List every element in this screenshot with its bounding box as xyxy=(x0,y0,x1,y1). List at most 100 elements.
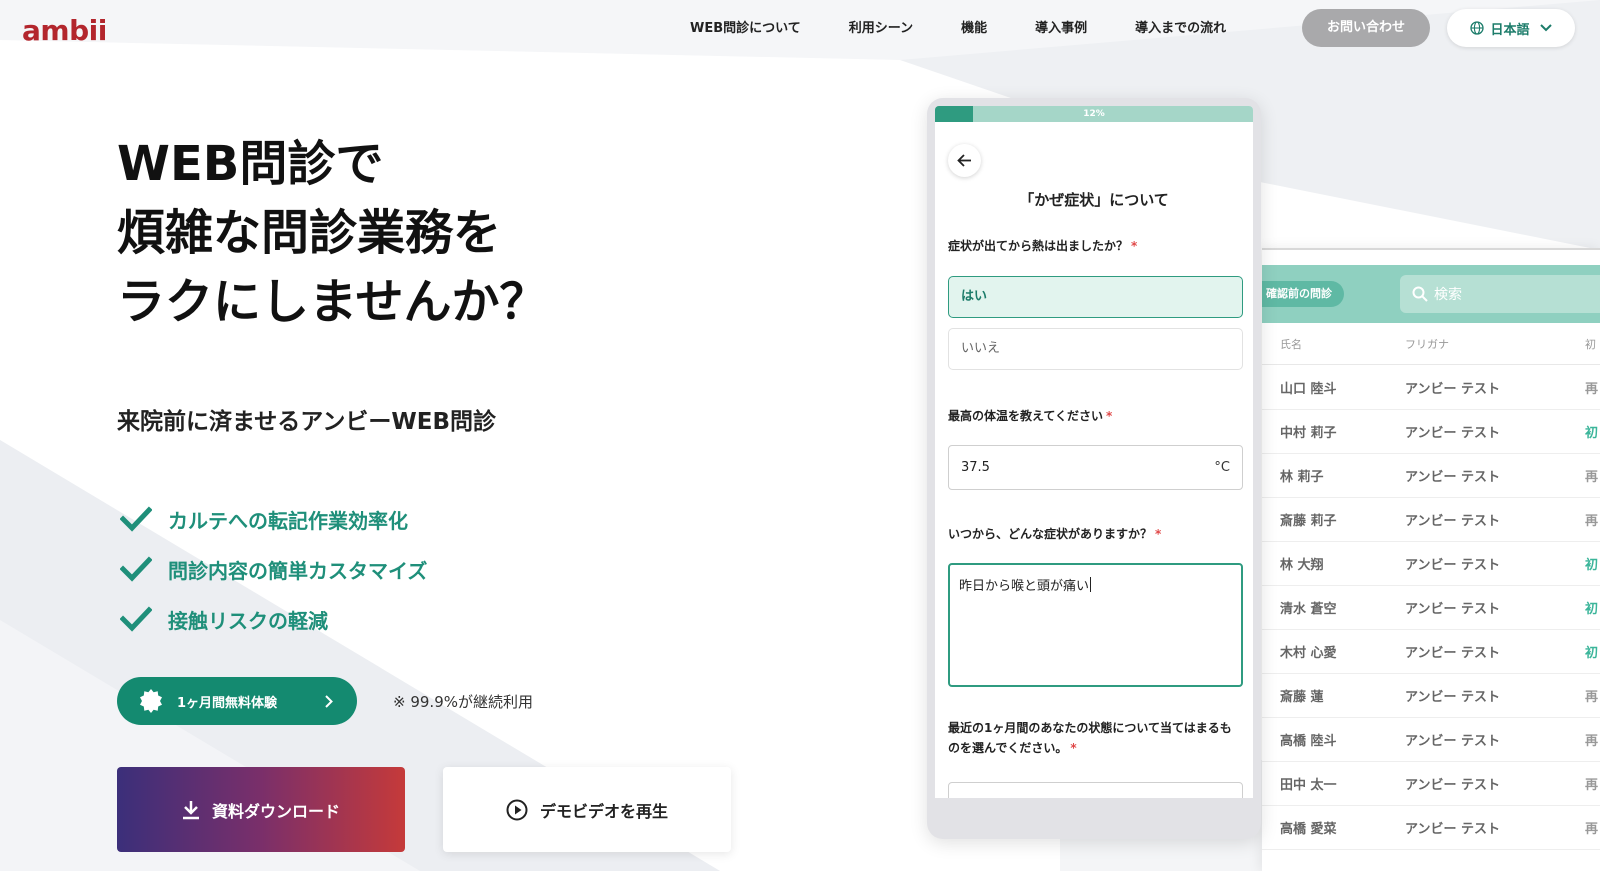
visit-status: 再 xyxy=(1585,690,1599,705)
visit-status: 再 xyxy=(1585,514,1599,529)
option-input[interactable] xyxy=(948,782,1243,798)
search-icon xyxy=(1412,286,1428,302)
question-label: いつから、どんな症状がありますか？ * xyxy=(948,524,1243,544)
table-row[interactable]: 林 莉子 アンビー テスト 再 xyxy=(1262,454,1600,498)
contact-button[interactable]: お問い合わせ xyxy=(1302,9,1430,47)
patient-kana: アンビー テスト xyxy=(1405,822,1501,837)
patient-kana: アンビー テスト xyxy=(1405,382,1501,397)
table-row[interactable]: 田中 太一 アンビー テスト 再 xyxy=(1262,762,1600,806)
search-placeholder: 検索 xyxy=(1434,287,1462,303)
patient-name: 中村 莉子 xyxy=(1280,426,1337,441)
patient-name: 高橋 陸斗 xyxy=(1280,734,1337,749)
table-row[interactable]: 斎藤 蓮 アンビー テスト 再 xyxy=(1262,674,1600,718)
form-title: 「かぜ症状」について xyxy=(1019,191,1169,209)
table-row[interactable]: 斎藤 莉子 アンビー テスト 再 xyxy=(1262,498,1600,542)
text-caret xyxy=(1090,577,1092,592)
visit-status: 初 xyxy=(1585,426,1599,441)
question-text: いつから、どんな症状がありますか？ xyxy=(948,527,1153,541)
table-row[interactable]: 木村 心愛 アンビー テスト 初 xyxy=(1262,630,1600,674)
option-no[interactable]: いいえ xyxy=(948,328,1243,370)
table-row[interactable]: 中村 莉子 アンビー テスト 初 xyxy=(1262,410,1600,454)
table-row[interactable]: 高橋 陸斗 アンビー テスト 再 xyxy=(1262,718,1600,762)
patient-kana: アンビー テスト xyxy=(1405,470,1501,485)
globe-icon xyxy=(1470,21,1485,35)
brand-logo[interactable]: ambii xyxy=(22,14,107,47)
visit-status: 再 xyxy=(1585,822,1599,837)
required-mark: * xyxy=(1131,239,1138,253)
admin-search-input[interactable]: 検索 xyxy=(1400,275,1600,313)
patient-kana: アンビー テスト xyxy=(1405,514,1501,529)
symptom-value: 昨日から喉と頭が痛い xyxy=(959,579,1090,594)
hero-title-line: 煩雑な問診業務を xyxy=(117,205,502,261)
check-icon xyxy=(120,506,154,532)
patient-kana: アンビー テスト xyxy=(1405,646,1501,661)
option-yes[interactable]: はい xyxy=(948,276,1243,318)
chevron-down-icon xyxy=(1539,24,1552,32)
chevron-right-icon xyxy=(325,694,333,708)
free-trial-button[interactable]: 1ヶ月間無料体験 xyxy=(117,677,357,725)
nav-item-use-cases[interactable]: 利用シーン xyxy=(849,18,913,40)
patient-name: 斎藤 莉子 xyxy=(1280,514,1337,529)
required-mark: * xyxy=(1106,409,1113,423)
visit-status: 再 xyxy=(1585,470,1599,485)
question-text: 症状が出てから熱は出ましたか？ xyxy=(948,239,1129,253)
progress-label: 12% xyxy=(1083,109,1105,119)
question-label: 症状が出てから熱は出ましたか？ * xyxy=(948,236,1243,256)
temperature-input[interactable]: 37.5 °C xyxy=(948,445,1243,490)
download-label: 資料ダウンロード xyxy=(211,801,340,821)
visit-status: 再 xyxy=(1585,778,1599,793)
table-row[interactable]: 高橋 愛菜 アンビー テスト 再 xyxy=(1262,806,1600,850)
language-select[interactable]: 日本語 xyxy=(1447,9,1575,47)
symptom-textarea[interactable]: 昨日から喉と頭が痛い xyxy=(948,563,1243,687)
patient-name: 清水 蒼空 xyxy=(1280,602,1337,617)
phone-mockup: 12% 「かぜ症状」について 症状が出てから熱は出ましたか？ * はい いいえ 最… xyxy=(927,98,1261,839)
admin-toolbar: 確認前の問診 検索 xyxy=(1262,265,1600,323)
questionnaire-screen: 12% 「かぜ症状」について 症状が出てから熱は出ましたか？ * はい いいえ 最… xyxy=(935,106,1253,798)
patient-name: 斎藤 蓮 xyxy=(1280,690,1324,705)
column-header-kana: フリガナ xyxy=(1405,337,1449,351)
patient-kana: アンビー テスト xyxy=(1405,602,1501,617)
table-row[interactable]: 清水 蒼空 アンビー テスト 初 xyxy=(1262,586,1600,630)
back-button[interactable] xyxy=(948,144,981,177)
download-icon xyxy=(182,800,200,820)
admin-table-preview: 確認前の問診 検索 氏名 フリガナ 初 山口 陸斗 アンビー テスト再中村 莉子ア… xyxy=(1262,248,1600,871)
visit-status: 初 xyxy=(1585,558,1599,573)
patient-name: 林 莉子 xyxy=(1280,470,1324,485)
feature-item: 問診内容の簡単カスタマイズ xyxy=(120,544,427,594)
nav-item-features[interactable]: 機能 xyxy=(961,18,987,40)
nav-item-cases[interactable]: 導入事例 xyxy=(1035,18,1087,40)
visit-status: 初 xyxy=(1585,602,1599,617)
play-icon xyxy=(506,799,528,821)
visit-status: 再 xyxy=(1585,382,1599,397)
table-header: 氏名 フリガナ 初 xyxy=(1262,323,1600,365)
download-materials-button[interactable]: 資料ダウンロード xyxy=(117,767,405,852)
column-header-first: 初 xyxy=(1585,337,1596,351)
patient-name: 山口 陸斗 xyxy=(1280,382,1337,397)
feature-text: 接触リスクの軽減 xyxy=(168,608,328,633)
hero-title-line: ラクにしませんか？ xyxy=(117,274,548,330)
progress-bar: 12% xyxy=(935,106,1253,122)
table-row[interactable]: 林 大翔 アンビー テスト 初 xyxy=(1262,542,1600,586)
arrow-left-icon xyxy=(957,154,971,167)
nav-item-flow[interactable]: 導入までの流れ xyxy=(1135,18,1226,40)
status-filter-pill[interactable]: 確認前の問診 xyxy=(1262,281,1344,307)
patient-name: 田中 太一 xyxy=(1280,778,1337,793)
play-demo-button[interactable]: デモビデオを再生 xyxy=(443,767,731,852)
table-row[interactable]: 山口 陸斗 アンビー テスト 再 xyxy=(1262,366,1600,410)
patient-name: 林 大翔 xyxy=(1280,558,1324,573)
patient-kana: アンビー テスト xyxy=(1405,778,1501,793)
column-header-name: 氏名 xyxy=(1280,337,1302,351)
feature-item: カルテへの転記作業効率化 xyxy=(120,494,427,544)
hero-title: WEB問診で 煩雑な問診業務を ラクにしませんか？ xyxy=(117,130,548,337)
check-icon xyxy=(120,606,154,632)
question-text: 最高の体温を教えてください xyxy=(948,409,1104,423)
feature-text: 問診内容の簡単カスタマイズ xyxy=(168,558,428,583)
question-label: 最近の1ヶ月間のあなたの状態について当てはまるものを選んでください。 * xyxy=(948,718,1243,758)
hero-subtitle: 来院前に済ませるアンビーWEB問診 xyxy=(117,409,497,435)
visit-status: 再 xyxy=(1585,734,1599,749)
badge-icon xyxy=(139,689,163,713)
nav-item-about[interactable]: WEB問診について xyxy=(690,18,801,40)
feature-text: カルテへの転記作業効率化 xyxy=(168,508,408,533)
patient-name: 高橋 愛菜 xyxy=(1280,822,1337,837)
patient-kana: アンビー テスト xyxy=(1405,558,1501,573)
